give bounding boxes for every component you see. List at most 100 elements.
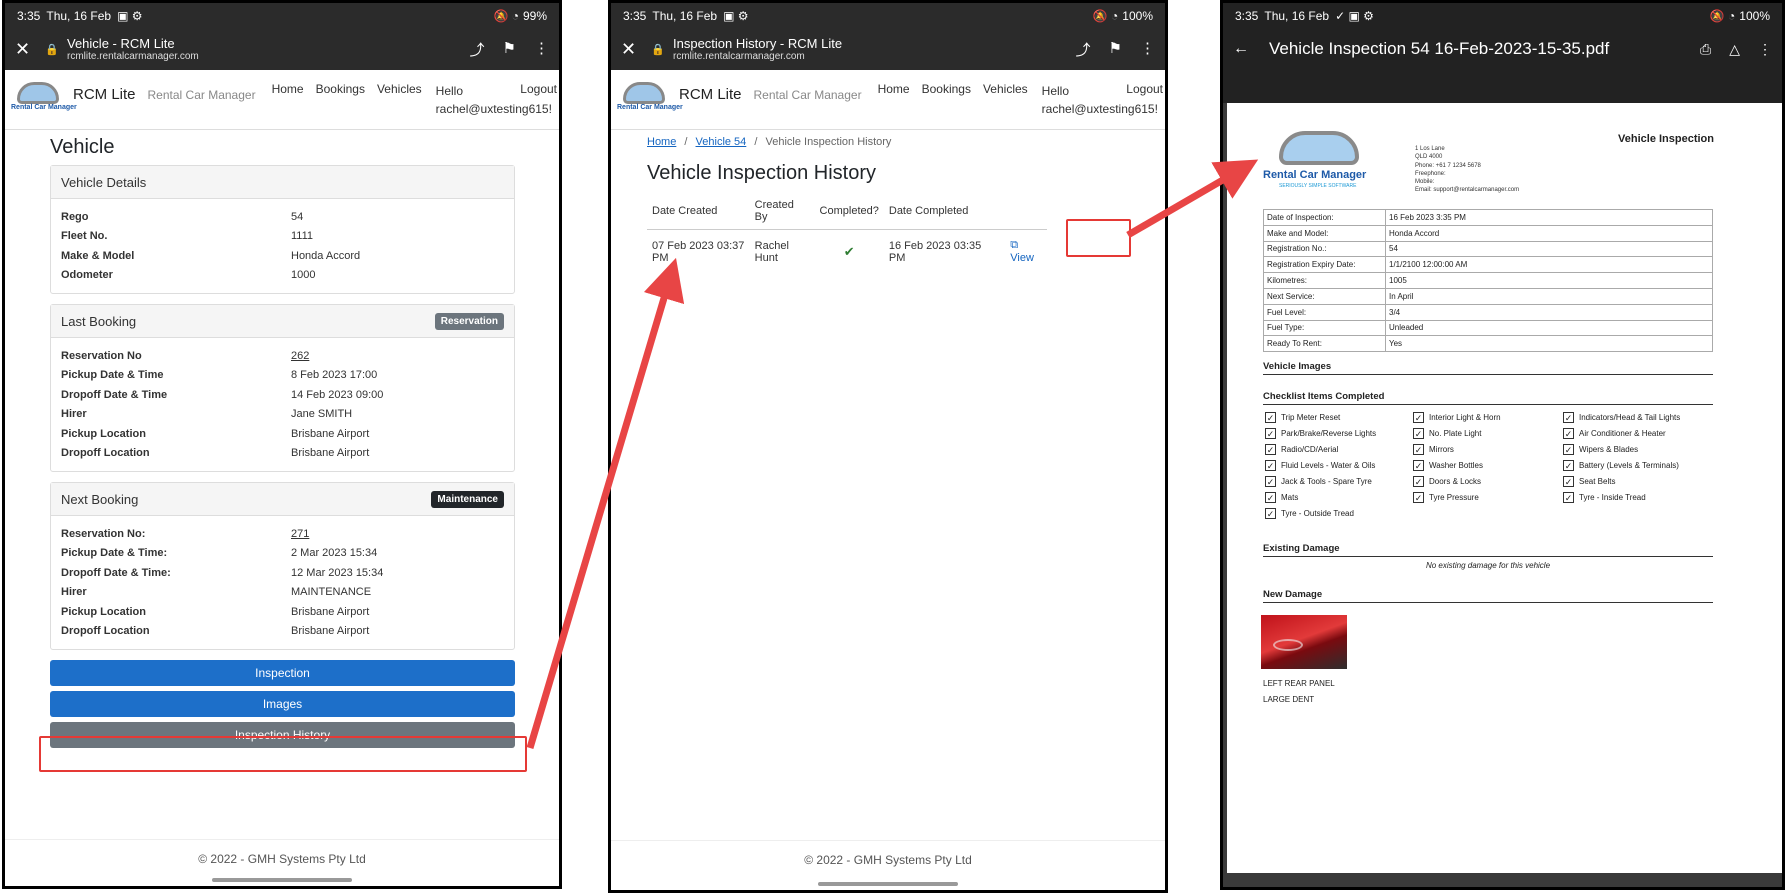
detail-row: Dropoff Date & Time 14 Feb 2023 09:00 xyxy=(61,385,504,405)
notification-icon: ▣ ⚙ xyxy=(723,9,749,23)
damage-photo[interactable] xyxy=(1261,615,1347,669)
detail-label: Fleet No. xyxy=(61,230,108,243)
nav-bookings[interactable]: Bookings xyxy=(316,82,365,96)
field-row: Registration No.: 54 xyxy=(1263,240,1713,258)
field-label: Fuel Type: xyxy=(1263,319,1386,337)
detail-row: Hirer MAINTENANCE xyxy=(61,583,504,603)
checklist-item: ✓ Radio/CD/Aerial xyxy=(1265,444,1338,455)
page-url[interactable]: rcmlite.rentalcarmanager.com xyxy=(67,51,199,62)
field-value: 54 xyxy=(1385,240,1713,258)
detail-label: Odometer xyxy=(61,269,113,282)
view-link[interactable]: View xyxy=(1010,252,1034,264)
nav-bookings[interactable]: Bookings xyxy=(922,82,971,96)
more-menu-icon[interactable]: ⋮ xyxy=(534,39,549,60)
page-url[interactable]: rcmlite.rentalcarmanager.com xyxy=(673,51,842,62)
vehicle-details-card: Vehicle Details Rego 54 Fleet No. 1111 Make … xyxy=(50,165,515,294)
close-tab-icon[interactable]: ✕ xyxy=(15,39,45,60)
checklist-item: ✓ Mirrors xyxy=(1413,444,1454,455)
images-button[interactable]: Images xyxy=(50,691,515,717)
logout-link[interactable]: Logout xyxy=(1126,82,1163,96)
rcm-logo[interactable]: Rental Car Manager xyxy=(617,80,683,116)
inspection-button[interactable]: Inspection xyxy=(50,660,515,686)
checklist-label: Indicators/Head & Tail Lights xyxy=(1579,413,1681,422)
damage-location: LEFT REAR PANEL xyxy=(1263,679,1335,688)
share-icon[interactable]: ⤴ xyxy=(1076,39,1091,60)
card-title: Vehicle Details xyxy=(51,166,514,199)
checkbox-checked-icon: ✓ xyxy=(1563,412,1574,423)
checkbox-checked-icon: ✓ xyxy=(1413,492,1424,503)
checkbox-checked-icon: ✓ xyxy=(1413,476,1424,487)
more-menu-icon[interactable]: ⋮ xyxy=(1758,41,1772,58)
cell-date-created: 07 Feb 2023 03:37 PM xyxy=(652,239,745,264)
checkbox-checked-icon: ✓ xyxy=(1265,508,1276,519)
battery-level: 99% xyxy=(522,9,547,23)
checklist-label: Park/Brake/Reverse Lights xyxy=(1281,429,1377,438)
checklist-label: Tyre - Outside Tread xyxy=(1281,509,1354,518)
nav-home[interactable]: Home xyxy=(878,82,910,96)
field-value: Yes xyxy=(1385,335,1713,353)
field-value: Unleaded xyxy=(1385,319,1713,337)
logout-link[interactable]: Logout xyxy=(520,82,557,96)
maintenance-badge: Maintenance xyxy=(431,490,504,508)
more-menu-icon[interactable]: ⋮ xyxy=(1140,39,1155,60)
checklist-label: Wipers & Blades xyxy=(1579,445,1639,454)
breadcrumb: Home / Vehicle 54 / Vehicle Inspection H… xyxy=(647,136,892,148)
breadcrumb-home[interactable]: Home xyxy=(647,136,676,148)
detail-row: Pickup Location Brisbane Airport xyxy=(61,602,504,622)
checklist-item: ✓ Doors & Locks xyxy=(1413,476,1481,487)
field-label: Make and Model: xyxy=(1263,224,1386,242)
new-damage-heading: New Damage xyxy=(1263,589,1713,603)
user-email: rachel@uxtesting615! xyxy=(435,102,552,116)
last-booking-card: Last Booking Reservation Reservation No 26… xyxy=(50,304,515,472)
page-title: Vehicle Inspection History xyxy=(647,162,877,184)
checklist-item: ✓ Seat Belts xyxy=(1563,476,1615,487)
detail-value: Brisbane Airport xyxy=(291,625,370,638)
bookmark-icon[interactable]: ⚑ xyxy=(1109,39,1122,60)
nav-home[interactable]: Home xyxy=(272,82,304,96)
checklist-label: Interior Light & Horn xyxy=(1429,413,1501,422)
reservation-link[interactable]: 262 xyxy=(291,350,309,362)
checklist-label: Mirrors xyxy=(1429,445,1454,454)
search-doc-icon[interactable]: ⎙ xyxy=(1700,41,1711,58)
detail-row: Dropoff Location Brisbane Airport xyxy=(61,622,504,642)
checkbox-checked-icon: ✓ xyxy=(1265,460,1276,471)
checklist-item: ✓ Tyre - Inside Tread xyxy=(1563,492,1646,503)
highlight-box xyxy=(1066,219,1131,257)
drive-icon[interactable]: △ xyxy=(1729,41,1740,58)
checkbox-checked-icon: ✓ xyxy=(1563,444,1574,455)
detail-row: Reservation No: 271 xyxy=(61,524,504,544)
status-date: Thu, 16 Feb xyxy=(1264,9,1330,23)
rcm-logo[interactable]: Rental Car Manager xyxy=(11,80,77,116)
share-icon[interactable]: ⤴ xyxy=(470,39,485,60)
bookmark-icon[interactable]: ⚑ xyxy=(503,39,516,60)
field-value: 16 Feb 2023 3:35 PM xyxy=(1385,209,1713,226)
external-link-icon[interactable]: ⧉ xyxy=(1010,239,1018,251)
checkbox-checked-icon: ✓ xyxy=(1265,476,1276,487)
back-arrow-icon[interactable]: ← xyxy=(1233,40,1263,58)
detail-value: 54 xyxy=(291,210,304,223)
field-row: Fuel Level: 3/4 xyxy=(1263,303,1713,321)
signal-icon: 🔕 ◔ xyxy=(493,9,519,23)
checkbox-checked-icon: ✓ xyxy=(1413,428,1424,439)
checklist-item: ✓ Interior Light & Horn xyxy=(1413,412,1501,423)
col-created-by: Created By xyxy=(749,193,815,230)
site-navbar: Rental Car Manager RCM Lite Rental Car M… xyxy=(5,70,559,130)
brand-name[interactable]: RCM Lite xyxy=(679,86,742,103)
next-booking-card: Next Booking Maintenance Reservation No: 2… xyxy=(50,482,515,650)
nav-vehicles[interactable]: Vehicles xyxy=(377,82,422,96)
nav-vehicles[interactable]: Vehicles xyxy=(983,82,1028,96)
field-label: Registration No.: xyxy=(1263,240,1386,258)
checkbox-checked-icon: ✓ xyxy=(1413,460,1424,471)
breadcrumb-vehicle[interactable]: Vehicle 54 xyxy=(696,136,747,148)
no-existing-damage-text: No existing damage for this vehicle xyxy=(1425,561,1551,570)
checkbox-checked-icon: ✓ xyxy=(1265,412,1276,423)
close-tab-icon[interactable]: ✕ xyxy=(621,39,651,60)
damage-description: LARGE DENT xyxy=(1263,695,1315,704)
detail-value: MAINTENANCE xyxy=(291,586,372,599)
reservation-link[interactable]: 271 xyxy=(291,528,309,540)
brand-subtitle: Rental Car Manager xyxy=(147,88,256,102)
notification-icon: ✓ ▣ ⚙ xyxy=(1335,9,1374,23)
brand-name[interactable]: RCM Lite xyxy=(73,86,136,103)
detail-value: Honda Accord xyxy=(291,249,361,262)
field-row: Next Service: In April xyxy=(1263,287,1713,305)
